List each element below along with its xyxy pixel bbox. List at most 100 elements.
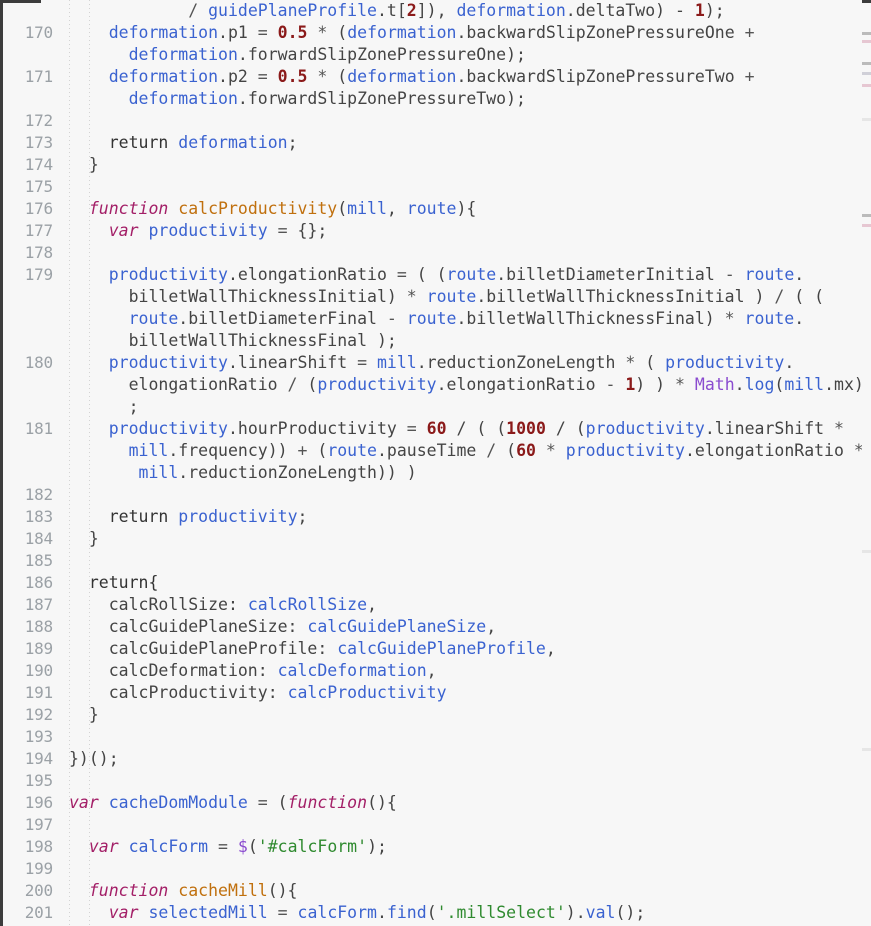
token: } (88, 155, 99, 174)
code-line[interactable]: 201 var selectedMill = calcForm.find('.m… (3, 902, 871, 924)
code-line[interactable]: 198 var calcForm = $('#calcForm'); (3, 836, 871, 858)
line-content[interactable]: calcDeformation: calcDeformation, (61, 660, 871, 682)
code-line[interactable]: 185 (3, 550, 871, 572)
code-line[interactable]: 180 productivity.linearShift = mill.redu… (3, 352, 871, 418)
line-content[interactable]: return productivity; (61, 506, 871, 528)
line-content[interactable]: } (61, 704, 871, 726)
overview-ruler-mark (862, 550, 871, 553)
line-content[interactable]: calcProductivity: calcProductivity (61, 682, 871, 704)
line-content[interactable]: calcRollSize: calcRollSize, (61, 594, 871, 616)
code-line[interactable]: 190 calcDeformation: calcDeformation, (3, 660, 871, 682)
line-content[interactable]: return deformation; (61, 132, 871, 154)
code-line[interactable]: 183 return productivity; (3, 506, 871, 528)
token: calcProductivity (69, 683, 268, 702)
overview-ruler[interactable] (862, 0, 871, 926)
code-surface[interactable]: / guidePlaneProfile.t[2]), deformation.d… (3, 0, 871, 926)
token: .forwardSlipZonePressureOne); (237, 45, 526, 64)
line-content[interactable] (61, 726, 871, 748)
line-content[interactable]: calcGuidePlaneProfile: calcGuidePlanePro… (61, 638, 871, 660)
code-row-wrapped: ; (69, 396, 871, 418)
code-line[interactable]: 195 (3, 770, 871, 792)
line-content[interactable] (61, 770, 871, 792)
line-content[interactable]: } (61, 154, 871, 176)
line-content[interactable]: deformation.p1 = 0.5 * (deformation.back… (61, 22, 871, 66)
line-content[interactable]: var selectedMill = calcForm.find('.millS… (61, 902, 871, 924)
line-content[interactable]: productivity.elongationRatio = ( (route.… (61, 264, 871, 352)
code-row: calcGuidePlaneSize: calcGuidePlaneSize, (69, 616, 871, 638)
token: deformation (128, 89, 238, 108)
line-content[interactable]: calcGuidePlaneSize: calcGuidePlaneSize, (61, 616, 871, 638)
overview-ruler-mark (862, 62, 871, 65)
code-row: calcRollSize: calcRollSize, (69, 594, 871, 616)
code-line[interactable]: 188 calcGuidePlaneSize: calcGuidePlaneSi… (3, 616, 871, 638)
code-line[interactable]: 199 (3, 858, 871, 880)
code-line[interactable]: 172 (3, 110, 871, 132)
line-content[interactable] (61, 858, 871, 880)
code-line[interactable]: 176 function calcProductivity(mill, rout… (3, 198, 871, 220)
line-content[interactable] (61, 484, 871, 506)
code-line[interactable]: 179 productivity.elongationRatio = ( (ro… (3, 264, 871, 352)
code-line[interactable]: 191 calcProductivity: calcProductivity (3, 682, 871, 704)
line-content[interactable]: } (61, 528, 871, 550)
token: productivity (665, 353, 785, 372)
line-content[interactable]: var productivity = {}; (61, 220, 871, 242)
line-content[interactable] (61, 176, 871, 198)
line-number: 174 (24, 155, 54, 174)
code-line[interactable]: 200 function cacheMill(){ (3, 880, 871, 902)
code-line[interactable]: 192 } (3, 704, 871, 726)
code-line[interactable]: 182 (3, 484, 871, 506)
line-content[interactable] (61, 242, 871, 264)
code-line[interactable]: 187 calcRollSize: calcRollSize, (3, 594, 871, 616)
code-line[interactable]: 171 deformation.p2 = 0.5 * (deformation.… (3, 66, 871, 110)
code-line[interactable]: 181 productivity.hourProductivity = 60 /… (3, 418, 871, 484)
token: calcGuidePlaneSize (307, 617, 487, 636)
code-row (69, 858, 871, 880)
line-content[interactable] (61, 110, 871, 132)
code-lines[interactable]: / guidePlaneProfile.t[2]), deformation.d… (3, 0, 871, 924)
line-content[interactable]: deformation.p2 = 0.5 * (deformation.back… (61, 66, 871, 110)
code-line[interactable]: 186 return{ (3, 572, 871, 594)
line-number: 186 (24, 573, 54, 592)
code-line[interactable]: / guidePlaneProfile.t[2]), deformation.d… (3, 0, 871, 22)
code-line[interactable]: 189 calcGuidePlaneProfile: calcGuidePlan… (3, 638, 871, 660)
code-line[interactable]: 173 return deformation; (3, 132, 871, 154)
code-line[interactable]: 178 (3, 242, 871, 264)
code-line[interactable]: 196 var cacheDomModule = (function(){ (3, 792, 871, 814)
line-content[interactable]: / guidePlaneProfile.t[2]), deformation.d… (61, 0, 871, 22)
token: , (386, 199, 407, 218)
token: return{ (88, 573, 159, 592)
token: function (287, 793, 368, 812)
code-line[interactable]: 197 (3, 814, 871, 836)
token: ( (307, 375, 318, 394)
code-line[interactable]: 177 var productivity = {}; (3, 220, 871, 242)
line-content[interactable] (61, 814, 871, 836)
code-line[interactable]: 193 (3, 726, 871, 748)
code-line[interactable]: 174 } (3, 154, 871, 176)
line-content[interactable]: var calcForm = $('#calcForm'); (61, 836, 871, 858)
token: / ( (545, 419, 586, 438)
code-line[interactable]: 184 } (3, 528, 871, 550)
line-content[interactable]: var cacheDomModule = (function(){ (61, 792, 871, 814)
line-content[interactable]: })(); (61, 748, 871, 770)
token: mill (376, 353, 417, 372)
code-editor[interactable]: / guidePlaneProfile.t[2]), deformation.d… (0, 0, 871, 926)
line-content[interactable] (61, 550, 871, 572)
token: = (257, 793, 278, 812)
token: .billetDiameterFinal (178, 309, 387, 328)
line-content[interactable]: productivity.hourProductivity = 60 / ( (… (61, 418, 871, 484)
token: 60 (426, 419, 447, 438)
code-line[interactable]: 175 (3, 176, 871, 198)
token: ( (277, 793, 288, 812)
line-content[interactable]: return{ (61, 572, 871, 594)
token: function (88, 199, 179, 218)
code-row-wrapped: route.billetDiameterFinal - route.billet… (69, 308, 871, 330)
code-row: calcGuidePlaneProfile: calcGuidePlanePro… (69, 638, 871, 660)
line-content[interactable]: function cacheMill(){ (61, 880, 871, 902)
line-content[interactable]: productivity.linearShift = mill.reductio… (61, 352, 871, 418)
token: .elongationRatio (436, 375, 606, 394)
line-content[interactable]: function calcProductivity(mill, route){ (61, 198, 871, 220)
code-line[interactable]: 194})(); (3, 748, 871, 770)
code-line[interactable]: 170 deformation.p1 = 0.5 * (deformation.… (3, 22, 871, 66)
